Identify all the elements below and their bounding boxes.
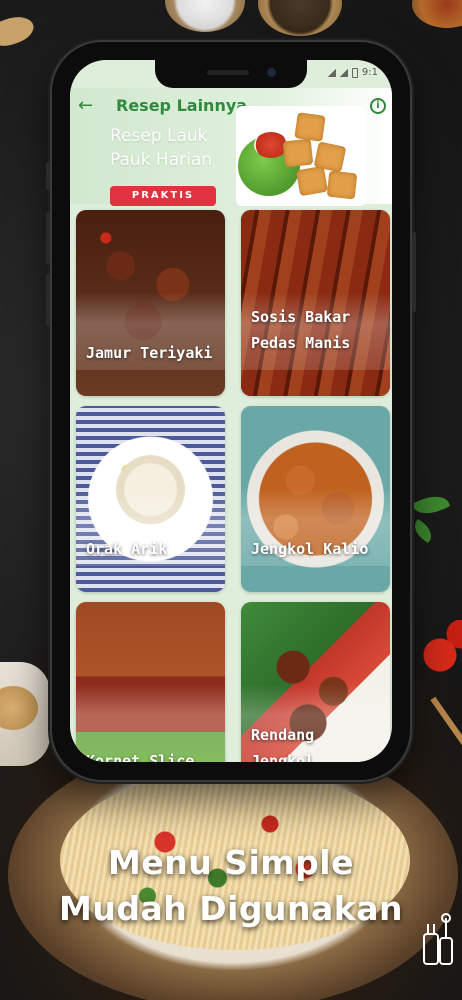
praktis-badge: PRAKTIS bbox=[110, 186, 216, 206]
fried-tofu-image bbox=[282, 138, 314, 168]
recipe-name: Rendang Jengkol bbox=[251, 726, 315, 762]
recipe-name: Kornet Slice bbox=[86, 752, 195, 762]
header-banner: ← Resep Lainnya Resep Lauk Pauk Harian P… bbox=[70, 88, 392, 206]
banner-subtitle: Pauk Harian bbox=[110, 150, 213, 170]
camera bbox=[267, 68, 276, 77]
soup-bowl-image bbox=[0, 662, 50, 766]
signal-icon bbox=[339, 68, 348, 77]
recipe-card[interactable]: Orak Arik bbox=[76, 406, 225, 592]
tomatoes-image bbox=[416, 620, 462, 690]
volume-down-button bbox=[46, 274, 50, 326]
page-title: Resep Lainnya bbox=[116, 96, 248, 115]
recipe-name: Jengkol Kalio bbox=[251, 540, 369, 558]
info-icon[interactable]: i bbox=[370, 98, 386, 114]
fried-tofu-image bbox=[294, 112, 326, 142]
notch bbox=[155, 60, 307, 88]
recipe-card[interactable]: Kornet Slice bbox=[76, 602, 225, 762]
kitchen-utensils-icon bbox=[423, 913, 453, 965]
battery-icon bbox=[351, 67, 358, 78]
fried-tofu-image bbox=[326, 170, 358, 200]
banner-food-image bbox=[236, 106, 366, 206]
volume-up-button bbox=[46, 212, 50, 264]
arrow-left-icon[interactable]: ← bbox=[78, 96, 98, 116]
phone-frame: 9:1 ← Resep Lainnya Resep Lauk Pauk Hari… bbox=[46, 40, 416, 782]
recipe-card[interactable]: Jengkol Kalio bbox=[241, 406, 390, 592]
wifi-icon bbox=[327, 68, 336, 77]
recipe-card[interactable]: Sosis Bakar Pedas Manis bbox=[241, 210, 390, 396]
status-time: 9:1 bbox=[361, 67, 378, 78]
promo-line-1: Menu Simple bbox=[108, 843, 354, 882]
recipe-card[interactable]: Jamur Teriyaki bbox=[76, 210, 225, 396]
recipe-card[interactable]: Rendang Jengkol bbox=[241, 602, 390, 762]
status-bar: 9:1 bbox=[327, 67, 378, 78]
fried-tofu-image bbox=[295, 165, 329, 197]
recipe-name: Orak Arik bbox=[86, 540, 168, 558]
mute-switch bbox=[46, 162, 50, 190]
recipe-name: Jamur Teriyaki bbox=[86, 344, 213, 362]
app-screen: 9:1 ← Resep Lainnya Resep Lauk Pauk Hari… bbox=[70, 60, 392, 762]
recipe-name: Sosis Bakar Pedas Manis bbox=[251, 308, 351, 352]
power-button bbox=[412, 232, 416, 312]
speaker bbox=[207, 70, 249, 75]
banner-title: Resep Lauk bbox=[110, 126, 208, 146]
promo-line-2: Mudah Digunakan bbox=[59, 889, 403, 928]
